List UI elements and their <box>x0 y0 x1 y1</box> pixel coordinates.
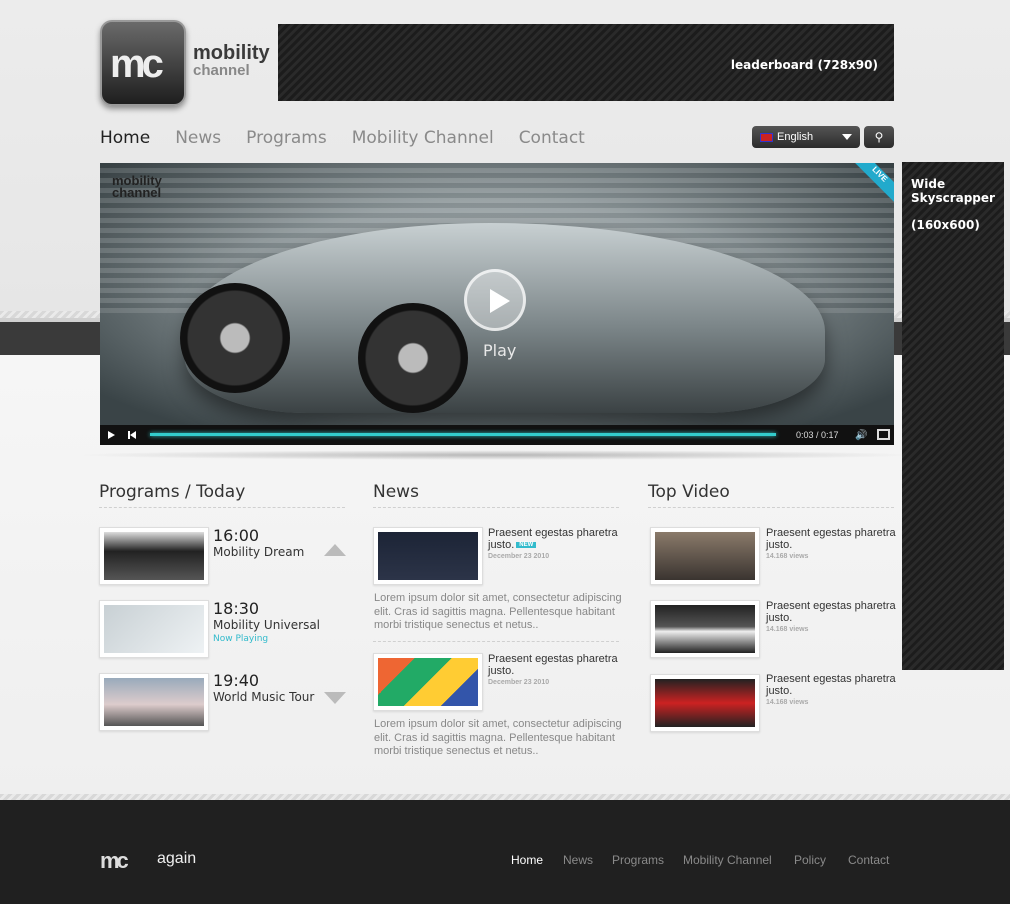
nav-news[interactable]: News <box>175 128 221 148</box>
footer-nav-policy[interactable]: Policy <box>794 853 826 867</box>
main-nav: Home News Programs Mobility Channel Cont… <box>100 128 610 148</box>
video-title[interactable]: Praesent egestas pharetra justo. <box>766 673 901 697</box>
skyscraper-size: (160x600) <box>911 218 980 232</box>
news-excerpt: Lorem ipsum dolor sit amet, consectetur … <box>374 592 622 631</box>
video-thumbnail[interactable] <box>650 674 760 732</box>
program-time: 19:40 <box>213 671 260 690</box>
program-thumbnail[interactable] <box>99 673 209 731</box>
news-headline[interactable]: Praesent egestas pharetra justo. NEW <box>488 527 623 551</box>
skyscraper-line1: Wide <box>911 177 946 191</box>
divider <box>373 641 619 642</box>
uk-flag-icon <box>760 132 773 142</box>
volume-icon[interactable]: 🔊 <box>855 430 867 441</box>
program-thumbnail[interactable] <box>99 527 209 585</box>
video-views: 14.168 views <box>766 699 809 706</box>
program-thumbnail[interactable] <box>99 600 209 658</box>
nav-contact[interactable]: Contact <box>519 128 585 148</box>
nav-mobility-channel[interactable]: Mobility Channel <box>352 128 494 148</box>
language-label: English <box>777 131 814 143</box>
leaderboard-ad[interactable]: leaderboard (728x90) <box>278 24 894 101</box>
program-time: 16:00 <box>213 526 260 545</box>
program-time: 18:30 <box>213 599 260 618</box>
scroll-down-icon[interactable] <box>324 692 346 704</box>
news-headline-text: Praesent egestas pharetra justo. <box>488 527 618 551</box>
divider <box>648 507 894 508</box>
program-name[interactable]: Mobility Universal <box>213 618 320 632</box>
top-video-title: Top Video <box>648 482 730 502</box>
scroll-up-icon[interactable] <box>324 544 346 556</box>
logo-badge: mc <box>100 20 186 106</box>
play-overlay-button[interactable] <box>464 269 526 331</box>
nav-home[interactable]: Home <box>100 128 150 148</box>
search-icon: ⚲ <box>874 130 884 144</box>
programs-title: Programs / Today <box>99 482 246 502</box>
news-headline[interactable]: Praesent egestas pharetra justo. <box>488 653 623 677</box>
video-player[interactable]: mobility channel LIVE Play 0:03 / 0:17 🔊 <box>100 163 894 445</box>
video-title[interactable]: Praesent egestas pharetra justo. <box>766 600 901 624</box>
news-thumbnail[interactable] <box>373 653 483 711</box>
divider <box>99 507 345 508</box>
footer-nav-contact[interactable]: Contact <box>848 853 889 867</box>
nav-programs[interactable]: Programs <box>246 128 327 148</box>
news-title: News <box>373 482 419 502</box>
video-frame: mobility channel LIVE Play <box>100 163 894 425</box>
skyscraper-line2: Skyscrapper <box>911 191 995 205</box>
play-icon[interactable] <box>108 431 115 439</box>
video-title[interactable]: Praesent egestas pharetra justo. <box>766 527 901 551</box>
program-name[interactable]: Mobility Dream <box>213 545 304 559</box>
logo-mark: mc <box>110 42 164 86</box>
video-thumbnail[interactable] <box>650 527 760 585</box>
progress-bar[interactable] <box>150 433 776 436</box>
now-playing-label: Now Playing <box>213 634 269 644</box>
footer-nav-home[interactable]: Home <box>511 853 543 867</box>
play-label: Play <box>483 341 517 360</box>
footer-nav-news[interactable]: News <box>563 853 593 867</box>
watermark-line2: channel <box>112 185 162 200</box>
leaderboard-label: leaderboard (728x90) <box>730 58 878 72</box>
search-button[interactable]: ⚲ <box>864 126 894 148</box>
footer-nav-programs[interactable]: Programs <box>612 853 664 867</box>
player-watermark: mobility channel <box>112 174 162 200</box>
footer-nav-mobility-channel[interactable]: Mobility Channel <box>683 853 772 867</box>
partner-logo[interactable]: again <box>157 850 196 868</box>
video-thumbnail[interactable] <box>650 600 760 658</box>
news-date: December 23 2010 <box>488 679 550 686</box>
video-views: 14.168 views <box>766 626 809 633</box>
footer <box>0 800 1010 904</box>
program-name[interactable]: World Music Tour <box>213 690 314 704</box>
logo-name-line2: channel <box>193 62 250 79</box>
skip-back-icon[interactable] <box>128 431 136 439</box>
fullscreen-icon[interactable] <box>877 429 890 440</box>
site-logo[interactable]: mc mobility channel <box>100 20 280 110</box>
footer-logo[interactable]: mc <box>100 848 129 874</box>
car-wheel <box>180 283 290 393</box>
news-excerpt: Lorem ipsum dolor sit amet, consectetur … <box>374 718 622 757</box>
player-controls: 0:03 / 0:17 🔊 <box>100 425 894 445</box>
player-shadow <box>70 450 924 460</box>
language-select[interactable]: English <box>752 126 860 148</box>
divider <box>373 507 619 508</box>
car-wheel <box>358 303 468 413</box>
time-display: 0:03 / 0:17 <box>796 430 839 440</box>
new-badge: NEW <box>516 542 537 549</box>
news-thumbnail[interactable] <box>373 527 483 585</box>
video-views: 14.168 views <box>766 553 809 560</box>
news-date: December 23 2010 <box>488 553 550 560</box>
chevron-down-icon <box>842 134 852 140</box>
skyscraper-ad[interactable]: Wide Skyscrapper (160x600) <box>902 162 1004 670</box>
